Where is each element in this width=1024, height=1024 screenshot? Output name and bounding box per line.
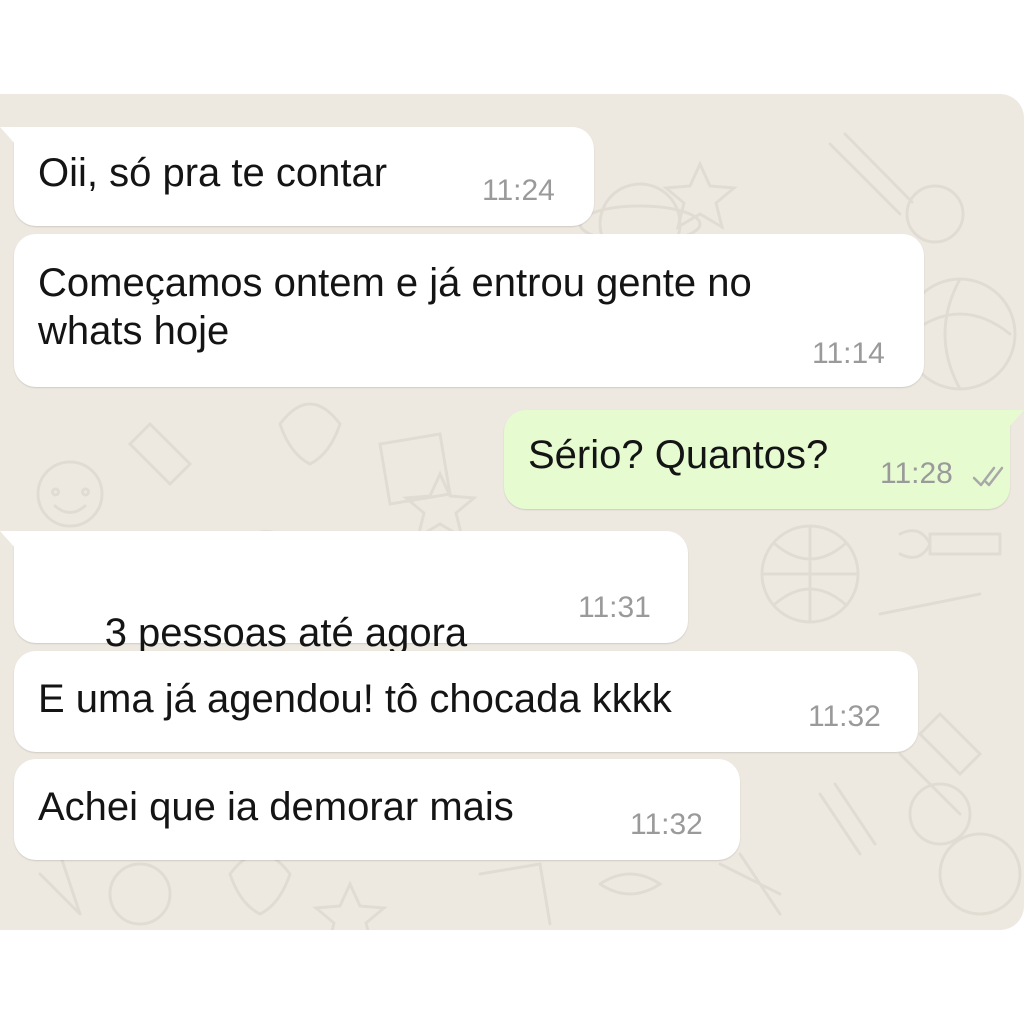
message-time: 11:28 [880, 457, 953, 490]
message-bubble-incoming[interactable]: 3 pessoas até agora 11:31 [0, 531, 688, 731]
message-time: 11:24 [482, 174, 555, 207]
message-bubble-incoming[interactable]: E uma já agendou! tô chocada kkkk 11:32 [14, 651, 918, 752]
chat-panel[interactable]: Oii, só pra te contar 11:24 Começamos on… [0, 94, 1024, 930]
message-bubble-outgoing[interactable]: Sério? Quantos? 11:28 [504, 410, 1024, 509]
message-bubble-incoming[interactable]: Oii, só pra te contar 11:24 [0, 127, 594, 226]
message-text: Começamos ontem e já entrou gente no wha… [38, 261, 752, 353]
message-bubble-incoming[interactable]: Achei que ia demorar mais 11:32 [14, 759, 740, 860]
message-text: E uma já agendou! tô chocada kkkk [38, 677, 672, 721]
message-time: 11:14 [812, 337, 885, 370]
bubble-tail [0, 531, 16, 549]
bubble-tail [1008, 410, 1024, 428]
message-text-content: 3 pessoas até agora [104, 611, 468, 655]
double-check-icon [972, 466, 1004, 487]
message-bubble-incoming[interactable]: Começamos ontem e já entrou gente no wha… [14, 234, 924, 387]
message-time: 11:32 [808, 700, 881, 733]
message-text: Sério? Quantos? [528, 433, 829, 477]
message-text: Achei que ia demorar mais [38, 785, 514, 829]
message-time: 11:31 [578, 591, 651, 624]
message-text: Oii, só pra te contar [38, 151, 388, 195]
message-time: 11:32 [630, 808, 703, 841]
bubble-tail [0, 127, 16, 145]
